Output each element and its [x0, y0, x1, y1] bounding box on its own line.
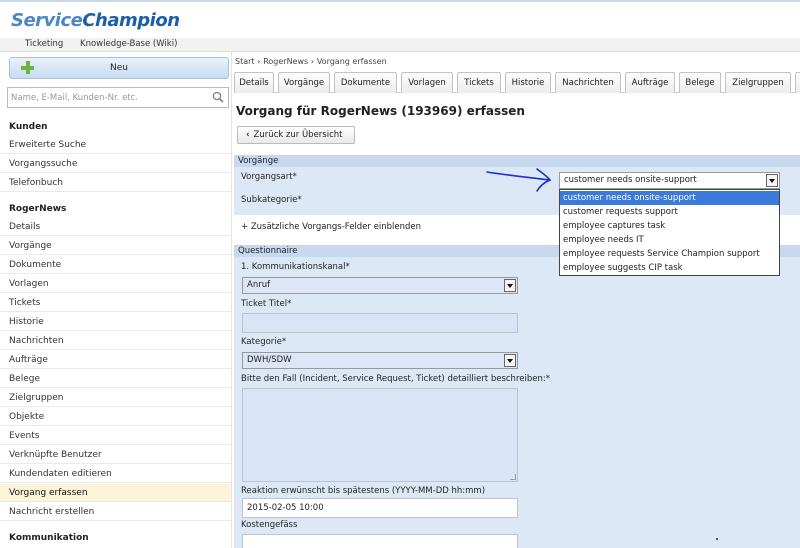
tab-vorgaenge[interactable]: Vorgänge [278, 72, 330, 93]
tab-overflow[interactable] [795, 72, 800, 93]
service-champion-logo[interactable]: ServiceChampion [11, 10, 180, 31]
new-button[interactable]: Neu [9, 57, 229, 79]
menu-ticketing[interactable]: Ticketing [25, 39, 63, 49]
vorgangsart-option[interactable]: employee captures task [560, 219, 779, 233]
sidebar-item-vorgaenge[interactable]: Vorgänge [0, 237, 231, 255]
breadcrumb-current: Vorgang erfassen [316, 57, 387, 66]
sidebar-item-objekte[interactable]: Objekte [0, 408, 231, 426]
sidebar-heading-kommunikation: Kommunikation [9, 533, 89, 543]
sidebar-item-dokumente[interactable]: Dokumente [0, 256, 231, 274]
sidebar-item-events[interactable]: Events [0, 427, 231, 445]
vorgangsart-option[interactable]: employee requests Service Champion suppo… [560, 247, 779, 261]
customer-search [7, 87, 229, 108]
main-menu-bar: Ticketing Knowledge-Base (Wiki) [0, 38, 800, 52]
resize-grip-icon[interactable] [510, 474, 516, 480]
tab-vorlagen[interactable]: Vorlagen [401, 72, 453, 93]
sidebar-item-auftraege[interactable]: Aufträge [0, 351, 231, 369]
vorgangsart-option[interactable]: employee suggests CIP task [560, 261, 779, 275]
sidebar-item-details[interactable]: Details [0, 218, 231, 236]
tab-nachrichten[interactable]: Nachrichten [555, 72, 621, 93]
sidebar-heading-kunden: Kunden [9, 122, 48, 132]
dropdown-arrow-icon[interactable] [504, 354, 516, 367]
vorgangsart-selected-value: customer needs onsite-support [564, 175, 697, 185]
beschreibung-textarea[interactable] [242, 388, 518, 482]
tab-belege[interactable]: Belege [679, 72, 721, 93]
tab-details[interactable]: Details [234, 72, 274, 93]
ticket-titel-input[interactable] [242, 313, 518, 333]
sidebar-item-belege[interactable]: Belege [0, 370, 231, 388]
tab-dokumente[interactable]: Dokumente [334, 72, 397, 93]
kostengefaess-input[interactable] [242, 534, 518, 548]
sidebar: Neu Kunden Erweiterte Suche Vorgangssuch… [0, 52, 232, 548]
top-header: ServiceChampion [0, 0, 800, 38]
tab-bar: Details Vorgänge Dokumente Vorlagen Tick… [234, 72, 800, 93]
sidebar-item-zielgruppen[interactable]: Zielgruppen [0, 389, 231, 407]
tab-tickets[interactable]: Tickets [457, 72, 501, 93]
vorgangsart-select[interactable]: customer needs onsite-support [559, 172, 780, 189]
kategorie-value: DWH/SDW [247, 355, 292, 365]
search-icon[interactable] [212, 91, 224, 103]
sidebar-item-vorgangssuche[interactable]: Vorgangssuche [0, 155, 231, 173]
kommunikationskanal-select[interactable]: Anruf [242, 277, 518, 294]
kostengefaess-label: Kostengefäss [241, 520, 298, 530]
vorgangsart-option[interactable]: customer requests support [560, 205, 779, 219]
subkategorie-label: Subkategorie* [241, 195, 302, 205]
chevron-left-icon: ‹ [246, 130, 250, 140]
vorgangsart-dropdown-list: customer needs onsite-support customer r… [559, 189, 780, 276]
kommunikationskanal-value: Anruf [247, 280, 271, 290]
sidebar-item-vorgang-erfassen[interactable]: Vorgang erfassen [0, 484, 231, 502]
sidebar-item-vorlagen[interactable]: Vorlagen [0, 275, 231, 293]
tab-zielgruppen[interactable]: Zielgruppen [725, 72, 791, 93]
back-button-label: Zurück zur Übersicht [253, 130, 343, 140]
beschreibung-label: Bitte den Fall (Incident, Service Reques… [241, 374, 550, 384]
menu-knowledge-base[interactable]: Knowledge-Base (Wiki) [80, 39, 177, 49]
sidebar-item-tickets[interactable]: Tickets [0, 294, 231, 312]
vorgangsart-option[interactable]: customer needs onsite-support [560, 191, 779, 205]
logo-text-champion: Champion [82, 10, 180, 31]
back-to-overview-button[interactable]: ‹ Zurück zur Übersicht [237, 126, 355, 144]
new-button-label: Neu [110, 63, 128, 73]
kategorie-label: Kategorie* [241, 337, 287, 347]
sidebar-item-telefonbuch[interactable]: Telefonbuch [0, 174, 231, 192]
vorgangsart-label: Vorgangsart* [241, 172, 297, 182]
page-title: Vorgang für RogerNews (193969) erfassen [236, 104, 525, 118]
tab-historie[interactable]: Historie [505, 72, 551, 93]
sidebar-item-historie[interactable]: Historie [0, 313, 231, 331]
stray-dot [716, 538, 718, 540]
breadcrumb: Start › RogerNews › Vorgang erfassen [235, 57, 387, 66]
sidebar-item-nachrichten[interactable]: Nachrichten [0, 332, 231, 350]
sidebar-item-nachricht-erstellen[interactable]: Nachricht erstellen [0, 503, 231, 521]
sidebar-item-erweiterte-suche[interactable]: Erweiterte Suche [0, 136, 231, 154]
logo-text-service: Service [11, 10, 83, 31]
extra-fields-link[interactable]: + Zusätzliche Vorgangs-Felder einblenden [241, 222, 421, 232]
dropdown-arrow-icon[interactable] [766, 174, 778, 187]
customer-search-input[interactable] [11, 91, 207, 104]
breadcrumb-start[interactable]: Start [235, 57, 255, 66]
reaktion-label: Reaktion erwünscht bis spätestens (YYYY-… [241, 486, 486, 496]
dropdown-arrow-icon[interactable] [504, 279, 516, 292]
sidebar-item-kundendaten-editieren[interactable]: Kundendaten editieren [0, 465, 231, 483]
reaktion-datetime-input[interactable]: 2015-02-05 10:00 [242, 498, 518, 518]
tab-auftraege[interactable]: Aufträge [625, 72, 675, 93]
breadcrumb-customer[interactable]: RogerNews [263, 57, 308, 66]
sidebar-item-verknuepfte-benutzer[interactable]: Verknüpfte Benutzer [0, 446, 231, 464]
ticket-titel-label: Ticket Titel* [241, 299, 292, 309]
vorgangsart-option[interactable]: employee needs IT [560, 233, 779, 247]
annotation-arrow-icon [486, 168, 552, 192]
kommunikationskanal-label: 1. Kommunikationskanal* [241, 262, 350, 272]
kategorie-select[interactable]: DWH/SDW [242, 352, 518, 369]
sidebar-heading-customer: RogerNews [9, 204, 67, 214]
